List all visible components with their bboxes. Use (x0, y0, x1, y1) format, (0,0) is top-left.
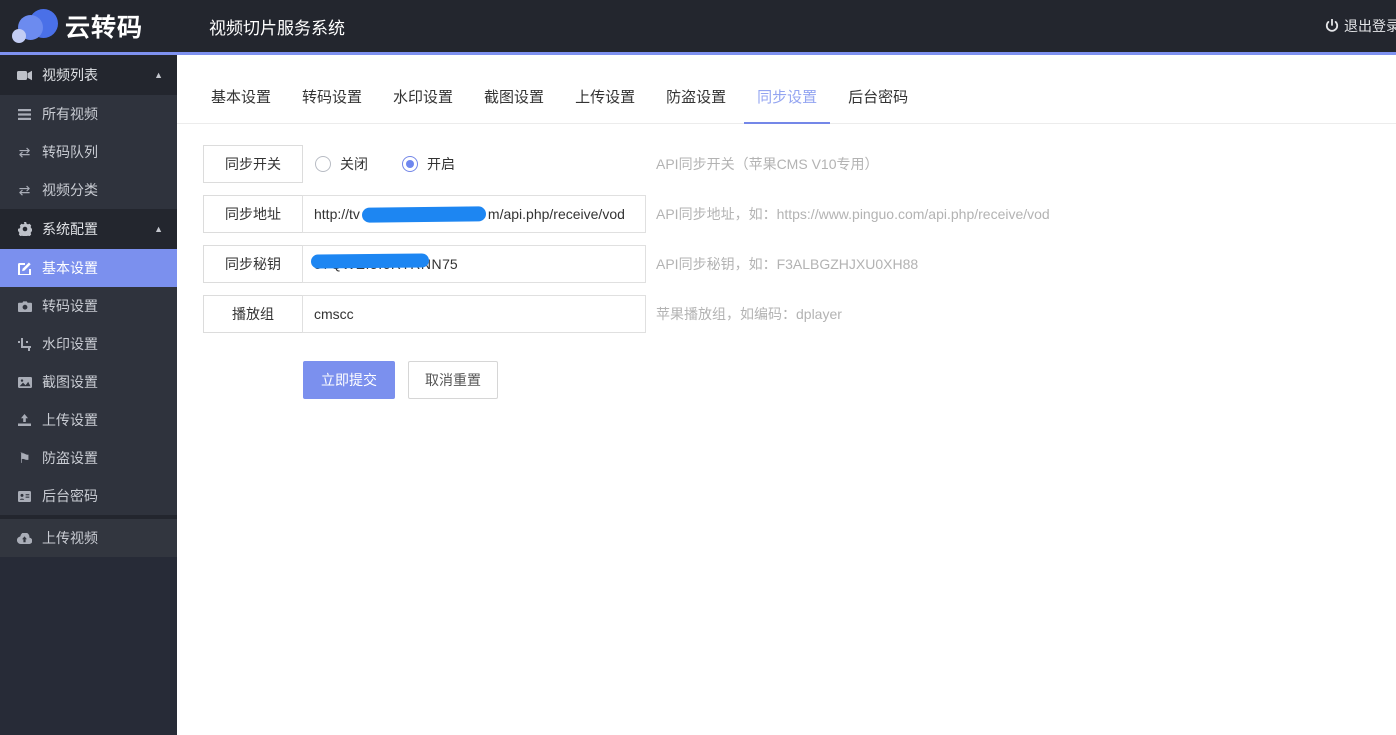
list-icon (16, 108, 33, 120)
sidebar-item-label: 防盗设置 (42, 450, 98, 466)
sync-address-row: 同步地址 http://tv m/api.php/receive/vod API同… (203, 195, 1396, 233)
flag-icon: ⚑ (18, 450, 31, 466)
sidebar-item-watermark-settings[interactable]: 水印设置 (0, 325, 177, 363)
sidebar-item-all-videos[interactable]: 所有视频 (0, 95, 177, 133)
play-group-row: 播放组 苹果播放组，如编码：dplayer (203, 295, 1396, 333)
play-group-label: 播放组 (203, 295, 303, 333)
exchange-icon: ⇄ (18, 182, 31, 198)
tab-admin-password[interactable]: 后台密码 (835, 86, 921, 123)
sync-switch-label: 同步开关 (203, 145, 303, 183)
page-title: 视频切片服务系统 (209, 18, 345, 38)
radio-on-label[interactable]: 开启 (427, 154, 455, 174)
sync-address-field: http://tv m/api.php/receive/vod (302, 195, 646, 233)
sidebar: 视频列表 ▲ 所有视频 ⇄ 转码队列 ⇄ 视频分类 系统配置 ▲ 基本设置 转码… (0, 55, 177, 735)
url-prefix: http://tv (314, 206, 360, 222)
form-actions: 立即提交 取消重置 (303, 361, 1396, 399)
cloud-logo-icon (12, 8, 58, 44)
sidebar-item-system-config[interactable]: 系统配置 ▲ (0, 209, 177, 249)
sidebar-item-label: 水印设置 (42, 336, 98, 352)
logout-label: 退出登录 (1344, 18, 1396, 34)
camera-icon (16, 300, 33, 312)
redaction-scribble (310, 253, 430, 269)
sidebar-item-label: 视频列表 (42, 67, 98, 83)
edit-icon (16, 262, 33, 275)
gear-icon (16, 222, 33, 236)
sync-key-input[interactable]: 57QWEI5I6RTRNN75 (302, 245, 646, 283)
sync-settings-form: 同步开关 关闭 开启 API同步开关（苹果CMS V10专用） 同步地址 htt… (177, 124, 1396, 399)
main-content: 基本设置 转码设置 水印设置 截图设置 上传设置 防盗设置 同步设置 后台密码 … (177, 55, 1396, 735)
chevron-up-icon: ▲ (154, 70, 163, 80)
exchange-icon: ⇄ (18, 144, 31, 160)
tab-watermark-settings[interactable]: 水印设置 (380, 86, 466, 123)
submit-button[interactable]: 立即提交 (303, 361, 395, 399)
url-suffix: m/api.php/receive/vod (487, 206, 625, 222)
sync-key-hint: API同步秘钥，如：F3ALBGZHJXU0XH88 (656, 256, 919, 272)
reset-button[interactable]: 取消重置 (408, 361, 498, 399)
radio-off-label[interactable]: 关闭 (340, 154, 368, 174)
cloud-upload-icon (16, 532, 33, 544)
sync-address-hint: API同步地址，如：https://www.pinguo.com/api.php… (656, 206, 1050, 222)
sidebar-item-label: 后台密码 (42, 488, 98, 504)
videocam-icon (16, 70, 33, 81)
sidebar-item-transcode-queue[interactable]: ⇄ 转码队列 (0, 133, 177, 171)
radio-off[interactable] (315, 156, 331, 172)
sync-address-input[interactable]: http://tv m/api.php/receive/vod (302, 195, 646, 233)
power-icon (1325, 19, 1339, 33)
sidebar-item-label: 截图设置 (42, 374, 98, 390)
sidebar-item-upload-video[interactable]: 上传视频 (0, 515, 177, 557)
sidebar-item-label: 上传视频 (42, 530, 98, 546)
sidebar-item-label: 上传设置 (42, 412, 98, 428)
sync-address-label: 同步地址 (203, 195, 303, 233)
sync-switch-field: 关闭 开启 (302, 145, 646, 183)
logo-text: 云转码 (65, 14, 144, 42)
sync-switch-hint: API同步开关（苹果CMS V10专用） (656, 156, 879, 172)
logout-button[interactable]: 退出登录 (1325, 16, 1396, 36)
key-suffix: 75 (442, 256, 458, 272)
top-bar: 云转码 视频切片服务系统 退出登录 (0, 0, 1396, 55)
sidebar-item-label: 所有视频 (42, 106, 98, 122)
tab-screenshot-settings[interactable]: 截图设置 (471, 86, 557, 123)
radio-on[interactable] (402, 156, 418, 172)
tab-sync-settings[interactable]: 同步设置 (744, 86, 831, 124)
sidebar-item-video-list[interactable]: 视频列表 ▲ (0, 55, 177, 95)
image-icon (16, 376, 33, 388)
sync-key-row: 同步秘钥 57QWEI5I6RTRNN75 API同步秘钥，如：F3ALBGZH… (203, 245, 1396, 283)
play-group-input[interactable] (302, 295, 646, 333)
sidebar-item-label: 转码队列 (42, 144, 98, 160)
sidebar-item-admin-password[interactable]: 后台密码 (0, 477, 177, 515)
sync-key-label: 同步秘钥 (203, 245, 303, 283)
sidebar-item-upload-settings[interactable]: 上传设置 (0, 401, 177, 439)
chevron-up-icon: ▲ (154, 224, 163, 234)
upload-icon (16, 414, 33, 426)
tab-antitheft-settings[interactable]: 防盗设置 (653, 86, 739, 123)
tab-upload-settings[interactable]: 上传设置 (562, 86, 648, 123)
app-logo: 云转码 (0, 8, 177, 44)
tab-transcode-settings[interactable]: 转码设置 (289, 86, 375, 123)
sidebar-item-basic-settings[interactable]: 基本设置 (0, 249, 177, 287)
play-group-hint: 苹果播放组，如编码：dplayer (656, 306, 842, 322)
crop-icon (16, 337, 33, 351)
sync-key-field: 57QWEI5I6RTRNN75 (302, 245, 646, 283)
idcard-icon (16, 490, 33, 502)
sidebar-item-transcode-settings[interactable]: 转码设置 (0, 287, 177, 325)
sidebar-item-label: 视频分类 (42, 182, 98, 198)
sidebar-item-video-category[interactable]: ⇄ 视频分类 (0, 171, 177, 209)
sidebar-item-label: 系统配置 (42, 221, 98, 237)
sidebar-item-label: 基本设置 (42, 260, 98, 276)
play-group-field (302, 295, 646, 333)
tab-basic-settings[interactable]: 基本设置 (198, 86, 284, 123)
sidebar-item-antitheft-settings[interactable]: ⚑ 防盗设置 (0, 439, 177, 477)
sync-switch-row: 同步开关 关闭 开启 API同步开关（苹果CMS V10专用） (203, 145, 1396, 183)
sidebar-item-label: 转码设置 (42, 298, 98, 314)
sidebar-item-screenshot-settings[interactable]: 截图设置 (0, 363, 177, 401)
settings-tabs: 基本设置 转码设置 水印设置 截图设置 上传设置 防盗设置 同步设置 后台密码 (177, 55, 1396, 124)
redaction-scribble (361, 205, 486, 223)
